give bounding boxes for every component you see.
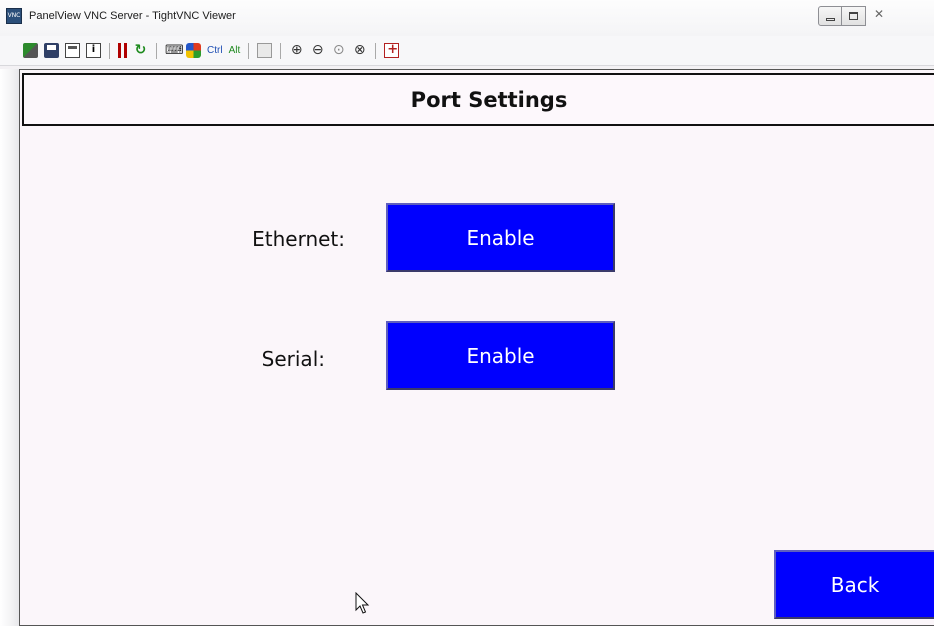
zoom-100-icon[interactable]: ⊙ <box>331 43 346 58</box>
zoom-out-icon[interactable]: ⊖ <box>310 43 325 58</box>
toolbar-separator <box>248 42 250 59</box>
minimize-button[interactable] <box>818 6 842 26</box>
window-title: PanelView VNC Server - TightVNC Viewer <box>29 10 236 22</box>
viewer-toolbar: i ↻ ⌨ Ctrl Alt ⊕ ⊖ ⊙ ⊗ <box>0 36 934 66</box>
maximize-button[interactable] <box>842 6 866 26</box>
minimize-icon <box>826 18 835 21</box>
ctrl-alt-del-icon[interactable]: ⌨ <box>165 43 184 58</box>
ethernet-enable-label: Enable <box>466 225 535 250</box>
alt-key-button[interactable]: Alt <box>229 45 241 56</box>
ethernet-enable-button[interactable]: Enable <box>386 203 615 272</box>
window-controls: ✕ <box>818 6 890 26</box>
serial-enable-button[interactable]: Enable <box>386 321 615 390</box>
zoom-in-icon[interactable]: ⊕ <box>289 43 304 58</box>
vnc-app-icon[interactable]: VNC <box>6 8 22 24</box>
toolbar-separator <box>109 42 110 59</box>
back-button[interactable]: Back <box>774 550 934 619</box>
page-title: Port Settings <box>410 87 568 112</box>
close-icon: ✕ <box>874 7 885 21</box>
pause-icon[interactable] <box>118 43 127 58</box>
window-left-edge <box>0 69 19 626</box>
close-button[interactable]: ✕ <box>866 6 890 26</box>
save-icon[interactable] <box>44 43 59 58</box>
window-titlebar[interactable]: VNC PanelView VNC Server - TightVNC View… <box>0 0 934 36</box>
windows-start-icon[interactable] <box>186 43 201 58</box>
options-icon[interactable] <box>65 43 80 58</box>
new-connection-icon[interactable] <box>23 43 38 58</box>
connection-info-icon[interactable]: i <box>86 43 101 58</box>
toolbar-separator <box>375 42 377 59</box>
zoom-auto-icon[interactable]: ⊗ <box>352 43 367 58</box>
screen-header: Port Settings <box>22 73 934 126</box>
serial-enable-label: Enable <box>466 343 535 368</box>
ethernet-label: Ethernet: <box>252 227 345 251</box>
mouse-pointer-icon <box>355 592 370 614</box>
refresh-icon[interactable]: ↻ <box>133 43 148 58</box>
maximize-icon <box>849 12 858 20</box>
ctrl-key-button[interactable]: Ctrl <box>207 45 223 56</box>
back-button-label: Back <box>830 572 880 597</box>
fullscreen-icon[interactable] <box>384 42 400 58</box>
toolbar-separator <box>156 42 157 59</box>
toolbar-separator <box>280 42 282 59</box>
clipboard-icon[interactable] <box>257 43 273 58</box>
serial-label: Serial: <box>261 347 325 371</box>
